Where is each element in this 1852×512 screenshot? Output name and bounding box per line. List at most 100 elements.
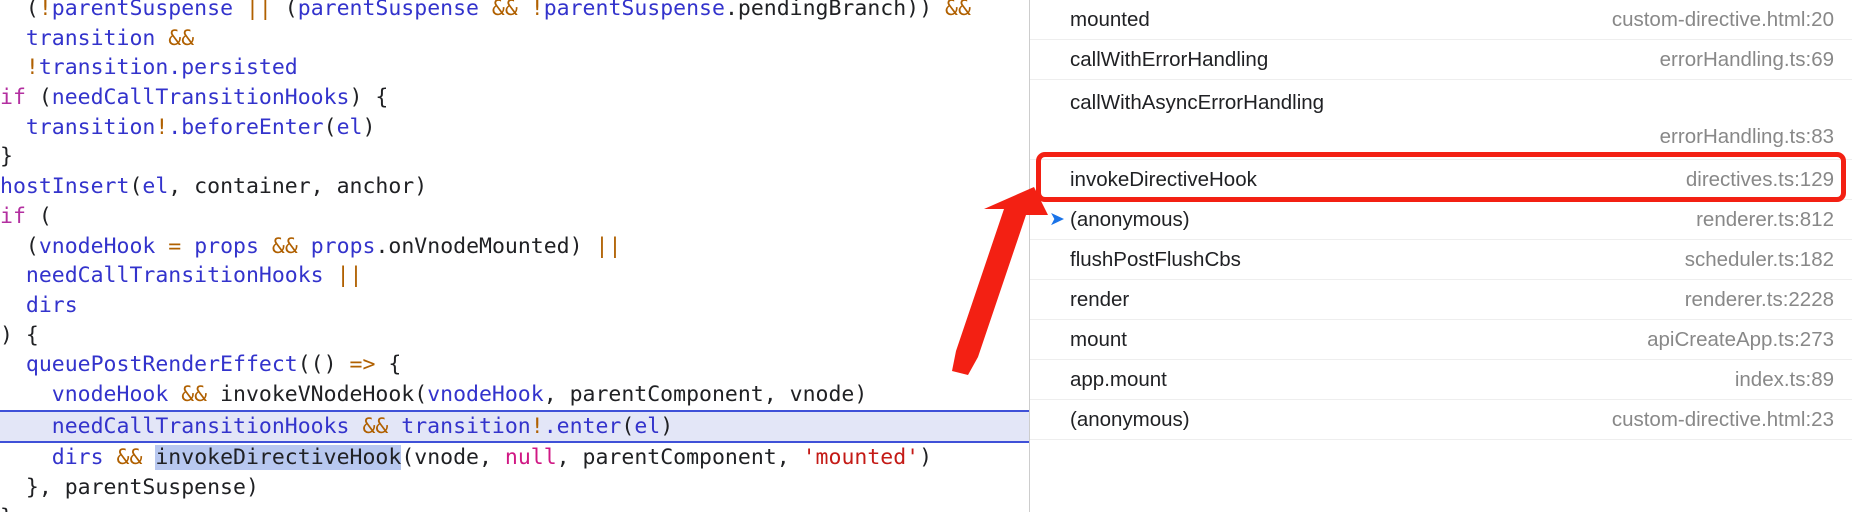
frame-function-name: invokeDirectiveHook [1070, 167, 1257, 191]
frame-source-location[interactable]: directives.ts:129 [1686, 168, 1834, 192]
code-line[interactable]: hostInsert(el, container, anchor) [0, 172, 1029, 202]
code-token: dirs [0, 292, 78, 318]
active-frame-arrow-icon: ➤ [1049, 209, 1065, 230]
code-line[interactable]: } [0, 142, 1029, 172]
code-token: if [0, 203, 26, 229]
code-line-list[interactable]: (!parentSuspense || (parentSuspense && !… [0, 0, 1029, 512]
code-line[interactable]: dirs && invokeDirectiveHook(vnode, null,… [0, 443, 1029, 473]
code-token: { [375, 352, 402, 378]
code-token: ! [530, 413, 544, 439]
code-token: queuePostRenderEffect [25, 352, 298, 378]
code-token: ( [621, 413, 635, 439]
call-stack-frame[interactable]: app.mount index.ts:89 [1030, 360, 1852, 400]
code-token: ) [660, 413, 674, 439]
call-stack-frame[interactable]: mounted custom-directive.html:20 [1030, 0, 1852, 40]
code-token: ! [155, 114, 169, 140]
code-line[interactable]: transition!.beforeEnter(el) [0, 113, 1029, 143]
code-token: ( [25, 85, 52, 111]
code-line[interactable]: (vnodeHook = props && props.onVnodeMount… [0, 232, 1029, 262]
code-line[interactable]: } [0, 503, 1029, 512]
code-token: parentSuspense [543, 0, 725, 21]
selected-token: invokeDirectiveHook [155, 445, 402, 471]
call-stack-panel[interactable]: mounted custom-directive.html:20 callWithE… [1029, 0, 1852, 512]
code-token: && [168, 25, 195, 51]
code-token: = [168, 233, 182, 259]
code-token: transition [0, 114, 156, 140]
code-line[interactable]: transition && [0, 24, 1029, 54]
frame-source-location[interactable]: renderer.ts:812 [1696, 208, 1834, 232]
code-token: el [634, 413, 661, 439]
code-token: || [336, 263, 363, 289]
code-line[interactable]: queuePostRenderEffect(() => { [0, 350, 1029, 380]
code-token: ) { [0, 322, 39, 348]
code-token: needCallTransitionHooks [51, 85, 350, 111]
frame-source-location[interactable]: renderer.ts:2228 [1685, 288, 1834, 312]
code-token: ( [271, 0, 298, 21]
code-line[interactable]: vnodeHook && invokeVNodeHook(vnodeHook, … [0, 380, 1029, 410]
code-token: el [142, 174, 169, 200]
code-token: ( [0, 0, 39, 21]
code-token: ) [362, 114, 376, 140]
code-token: dirs [0, 445, 104, 471]
frame-function-name: callWithErrorHandling [1070, 47, 1269, 71]
frame-function-name: mounted [1070, 7, 1150, 31]
code-line[interactable]: (!parentSuspense || (parentSuspense && !… [0, 0, 1029, 24]
code-token: (() [297, 352, 350, 378]
code-token: invokeVNodeHook( [207, 381, 428, 407]
call-stack-rows[interactable]: mounted custom-directive.html:20 callWithE… [1030, 0, 1852, 440]
code-token: transition [38, 55, 169, 81]
code-line[interactable]: ) { [0, 321, 1029, 351]
code-token: .beforeEnter [168, 114, 324, 140]
frame-function-name: mount [1070, 327, 1127, 351]
code-token: ! [38, 0, 52, 21]
frame-source-location[interactable]: scheduler.ts:182 [1685, 248, 1834, 272]
code-line[interactable]: if ( [0, 202, 1029, 232]
call-stack-frame[interactable]: callWithErrorHandling errorHandling.ts:69 [1030, 40, 1852, 80]
code-token: parentSuspense [297, 0, 479, 21]
frame-function-name: flushPostFlushCbs [1070, 247, 1241, 271]
frame-source-location[interactable]: custom-directive.html:20 [1612, 8, 1834, 32]
code-line[interactable]: dirs [0, 291, 1029, 321]
call-stack-frame[interactable]: render renderer.ts:2228 [1030, 280, 1852, 320]
code-token: parentSuspense [51, 0, 234, 21]
call-stack-frame[interactable]: invokeDirectiveHook directives.ts:129 [1030, 160, 1852, 200]
call-stack-frame[interactable]: callWithAsyncErrorHandling errorHandling.… [1030, 80, 1852, 160]
call-stack-frame[interactable]: (anonymous) custom-directive.html:23 [1030, 400, 1852, 440]
code-line[interactable]: if (needCallTransitionHooks) { [0, 83, 1029, 113]
code-token: } [0, 505, 13, 512]
frame-function-name: callWithAsyncErrorHandling [1070, 91, 1325, 114]
code-token: } [0, 144, 13, 170]
call-stack-frame[interactable]: mount apiCreateApp.ts:273 [1030, 320, 1852, 360]
code-token: hostInsert [0, 174, 130, 200]
code-token: => [349, 352, 376, 378]
frame-source-location[interactable]: errorHandling.ts:69 [1660, 48, 1834, 72]
code-token: needCallTransitionHooks [0, 413, 350, 439]
code-line[interactable]: }, parentSuspense) [0, 473, 1029, 503]
code-token: vnodeHook [38, 233, 156, 259]
code-line[interactable]: needCallTransitionHooks || [0, 261, 1029, 291]
source-code-pane[interactable]: (!parentSuspense || (parentSuspense && !… [0, 0, 1029, 512]
frame-source-location[interactable]: errorHandling.ts:83 [1660, 125, 1834, 149]
frame-source-location[interactable]: apiCreateApp.ts:273 [1647, 328, 1834, 352]
code-line-current[interactable]: needCallTransitionHooks && transition!.e… [0, 409, 1029, 444]
code-token: ) { [349, 85, 389, 111]
frame-source-location[interactable]: custom-directive.html:23 [1612, 408, 1834, 432]
frame-source-location[interactable]: index.ts:89 [1735, 368, 1834, 392]
call-stack-frame[interactable]: flushPostFlushCbs scheduler.ts:182 [1030, 240, 1852, 280]
code-line[interactable]: !transition.persisted [0, 53, 1029, 83]
call-stack-frame[interactable]: ➤ (anonymous) renderer.ts:812 [1030, 200, 1852, 240]
code-token: needCallTransitionHooks [0, 263, 324, 289]
code-token: vnodeHook [427, 381, 544, 407]
